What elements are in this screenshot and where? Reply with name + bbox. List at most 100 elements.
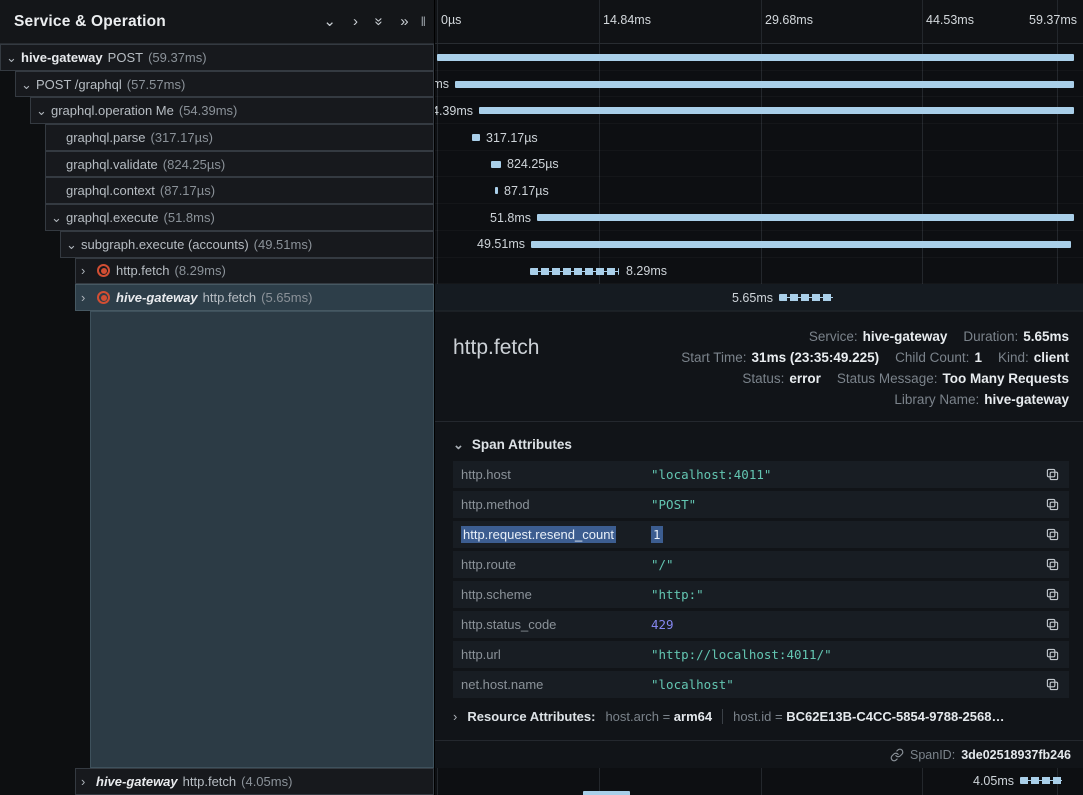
span-bar[interactable] xyxy=(530,268,619,275)
attribute-key: http.route xyxy=(461,557,651,572)
timeline-row: 87.17µs xyxy=(435,177,1083,204)
attribute-row: http.route "/" xyxy=(453,551,1069,578)
span-bar[interactable] xyxy=(495,187,498,194)
chevron-right-icon[interactable]: › xyxy=(353,14,358,29)
span-bar[interactable] xyxy=(455,81,1074,88)
meta-label: Status: xyxy=(742,368,784,389)
span-duration-label: 317.17µs xyxy=(486,131,538,145)
attribute-value: "http:" xyxy=(651,587,1046,602)
meta-value: 1 xyxy=(974,347,982,368)
meta-label: Library Name: xyxy=(894,389,979,410)
tree-row[interactable]: › http.fetch (8.29ms) xyxy=(75,258,434,285)
span-bar[interactable] xyxy=(479,107,1074,114)
operation-name: POST xyxy=(108,50,143,65)
meta-label: Kind: xyxy=(998,347,1029,368)
span-duration: (57.57ms) xyxy=(127,77,186,92)
chevron-down-icon[interactable]: ⌄ xyxy=(51,211,66,224)
link-icon[interactable] xyxy=(890,748,904,762)
tree-row[interactable]: graphql.parse (317.17µs) xyxy=(45,124,434,151)
operation-name: graphql.operation Me xyxy=(51,103,174,118)
gridline xyxy=(599,0,600,43)
operation-name: POST /graphql xyxy=(36,77,122,92)
selected-span-expanded-area xyxy=(90,311,434,768)
divider xyxy=(722,709,723,724)
span-bar[interactable] xyxy=(491,161,501,168)
tree-row[interactable]: ⌄ subgraph.execute (accounts) (49.51ms) xyxy=(60,231,434,258)
meta-value: hive-gateway xyxy=(984,389,1069,410)
gridline xyxy=(761,0,762,43)
timeline-row: 8.29ms xyxy=(435,258,1083,285)
tree-row[interactable]: ⌄ graphql.operation Me (54.39ms) xyxy=(30,97,434,124)
span-duration-label: 87.17µs xyxy=(504,184,549,198)
copy-icon[interactable] xyxy=(1046,618,1059,631)
span-bar[interactable] xyxy=(531,241,1071,248)
operation-name: subgraph.execute (accounts) xyxy=(81,237,249,252)
resource-attributes-row[interactable]: › Resource Attributes: host.arch = arm64… xyxy=(453,709,1069,724)
chevron-down-icon[interactable]: ⌄ xyxy=(21,78,36,91)
gridline xyxy=(922,0,923,43)
span-duration: (317.17µs) xyxy=(151,130,213,145)
chevron-down-icon[interactable]: ⌄ xyxy=(66,238,81,251)
span-duration-label: 49.51ms xyxy=(477,237,525,251)
tree-header-title: Service & Operation xyxy=(14,13,323,31)
span-duration-label: 57.57ms xyxy=(435,77,449,91)
meta-value: error xyxy=(789,368,821,389)
meta-label: Service: xyxy=(809,326,858,347)
gridline xyxy=(761,768,762,795)
span-bar[interactable] xyxy=(1020,777,1062,784)
copy-icon[interactable] xyxy=(1046,528,1059,541)
resource-attribute: host.arch = arm64 xyxy=(605,709,712,724)
span-detail-panel: http.fetch Service:hive-gateway Duration… xyxy=(435,311,1083,768)
span-duration: (4.05ms) xyxy=(241,774,292,789)
tree-row[interactable]: graphql.context (87.17µs) xyxy=(45,177,434,204)
span-bar[interactable] xyxy=(537,214,1074,221)
copy-icon[interactable] xyxy=(1046,648,1059,661)
chevron-down-icon: ⌄ xyxy=(453,438,464,451)
span-bar[interactable] xyxy=(779,294,833,301)
meta-value: client xyxy=(1034,347,1069,368)
operation-name: graphql.validate xyxy=(66,157,158,172)
service-name: hive-gateway xyxy=(116,290,198,305)
attribute-key: http.host xyxy=(461,467,651,482)
span-bar[interactable] xyxy=(472,134,480,141)
section-title: Span Attributes xyxy=(472,437,572,452)
copy-icon[interactable] xyxy=(1046,678,1059,691)
attribute-key: http.method xyxy=(461,497,651,512)
copy-icon[interactable] xyxy=(1046,468,1059,481)
tree-row[interactable]: ⌄ hive-gateway POST (59.37ms) xyxy=(0,44,434,71)
tree-row[interactable]: ⌄ POST /graphql (57.57ms) xyxy=(15,71,434,98)
attribute-key: http.request.resend_count xyxy=(461,527,651,542)
error-icon xyxy=(97,291,110,304)
tree-row[interactable]: › hive-gateway http.fetch (4.05ms) xyxy=(75,768,434,795)
chevron-down-icon[interactable]: ⌄ xyxy=(6,51,21,64)
chevron-down-icon[interactable]: ⌄ xyxy=(323,14,336,29)
span-bar-partial[interactable] xyxy=(583,791,630,795)
chevron-right-icon[interactable]: › xyxy=(81,264,96,277)
attributes-table: http.host "localhost:4011" http.method "… xyxy=(453,461,1069,698)
collapse-all-icon[interactable]: » xyxy=(372,17,387,25)
copy-icon[interactable] xyxy=(1046,558,1059,571)
tree-row[interactable]: graphql.validate (824.25µs) xyxy=(45,151,434,178)
chevron-down-icon[interactable]: ⌄ xyxy=(36,104,51,117)
span-tree-panel: Service & Operation ⌄ › » » ‖ ⌄ hive-gat… xyxy=(0,0,435,795)
attribute-row: http.url "http://localhost:4011/" xyxy=(453,641,1069,668)
chevron-right-icon[interactable]: › xyxy=(81,291,96,304)
attribute-key: http.status_code xyxy=(461,617,651,632)
span-duration: (51.8ms) xyxy=(164,210,215,225)
copy-icon[interactable] xyxy=(1046,498,1059,511)
ruler-tick-label: 0µs xyxy=(441,13,461,27)
span-bar[interactable] xyxy=(437,54,1074,61)
service-name: hive-gateway xyxy=(21,50,103,65)
copy-icon[interactable] xyxy=(1046,588,1059,601)
meta-value: 5.65ms xyxy=(1023,326,1069,347)
tree-row[interactable]: ⌄ graphql.execute (51.8ms) xyxy=(45,204,434,231)
span-duration-label: 824.25µs xyxy=(507,157,559,171)
divider xyxy=(435,421,1083,422)
expand-all-icon[interactable]: » xyxy=(400,14,408,29)
timeline-row: 317.17µs xyxy=(435,124,1083,151)
ruler-tick-label: 29.68ms xyxy=(765,13,813,27)
tree-row-selected[interactable]: › hive-gateway http.fetch (5.65ms) xyxy=(75,284,434,311)
span-attributes-header[interactable]: ⌄ Span Attributes xyxy=(453,437,1069,452)
panel-resize-handle[interactable]: ‖ xyxy=(421,14,426,29)
chevron-right-icon[interactable]: › xyxy=(81,775,96,788)
